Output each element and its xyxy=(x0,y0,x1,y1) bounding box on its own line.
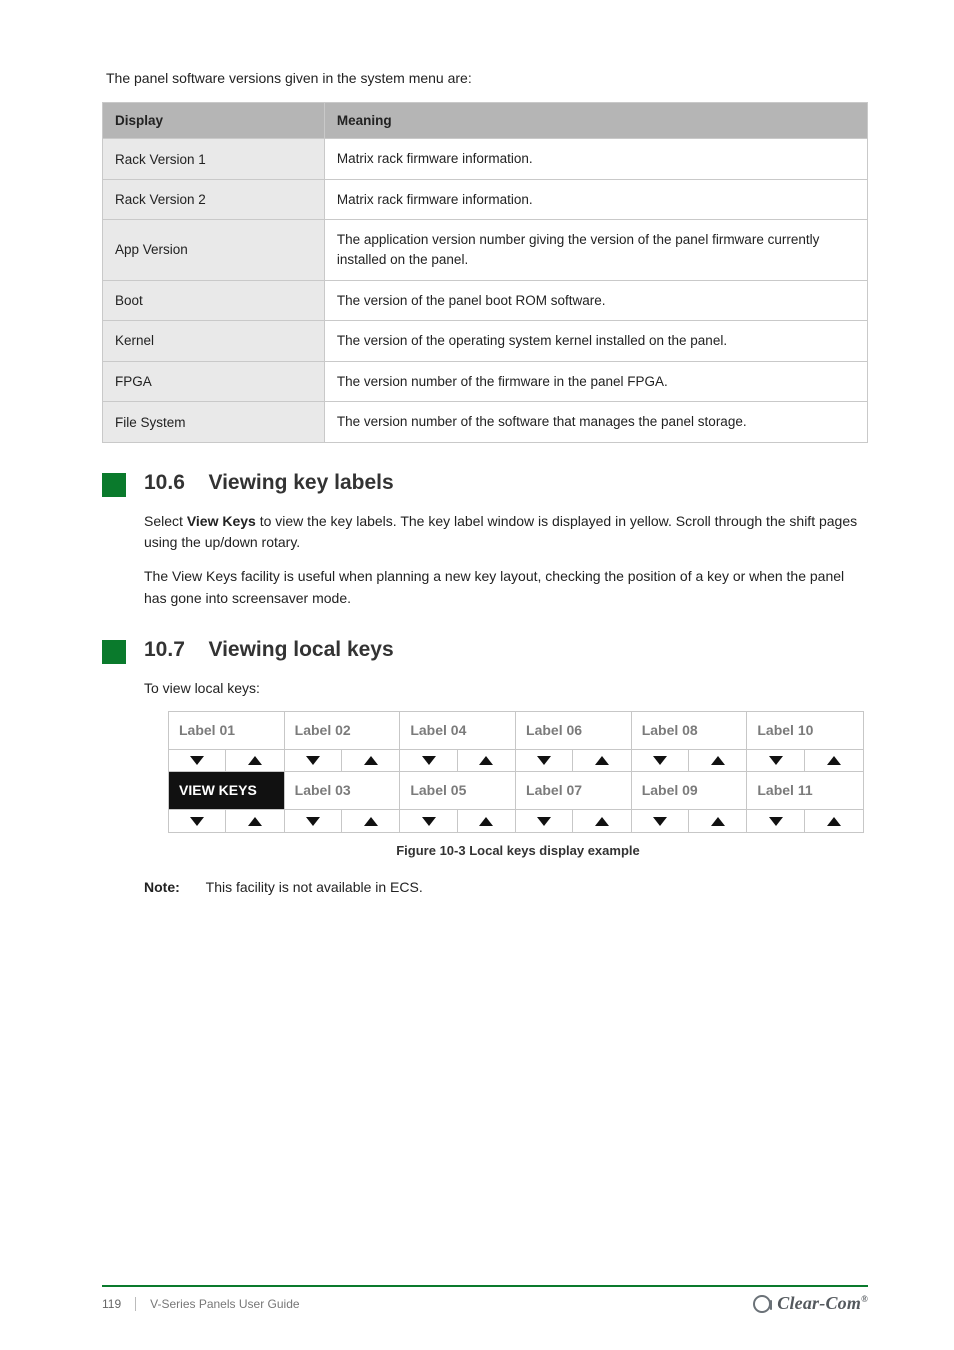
arrow-down-icon xyxy=(747,810,805,832)
section-number: 10.7 xyxy=(144,638,204,662)
cell: Boot xyxy=(103,280,325,321)
paragraph: The View Keys facility is useful when pl… xyxy=(144,566,868,609)
arrow-down-icon xyxy=(400,750,457,771)
footer-rule xyxy=(102,1285,868,1287)
table-header: Display xyxy=(103,103,325,139)
view-keys-label: VIEW KEYS xyxy=(169,772,284,810)
section-viewing-key-labels: 10.6 Viewing key labels Select View Keys… xyxy=(102,471,868,610)
table-row: File SystemThe version number of the sof… xyxy=(103,402,868,443)
table-row: App VersionThe application version numbe… xyxy=(103,220,868,280)
cell: The application version number giving th… xyxy=(324,220,867,280)
cell: The version of the panel boot ROM softwa… xyxy=(324,280,867,321)
arrow-up-icon xyxy=(805,750,863,771)
cell: The version number of the firmware in th… xyxy=(324,361,867,402)
page-number: 119 xyxy=(102,1297,121,1311)
lead-text: The panel software versions given in the… xyxy=(102,68,868,88)
key-label: Label 07 xyxy=(516,772,631,810)
doc-title: V-Series Panels User Guide xyxy=(150,1297,299,1311)
arrow-down-icon xyxy=(285,810,342,832)
text-bold: View Keys xyxy=(187,513,256,529)
key-label: Label 04 xyxy=(400,712,515,750)
cell: The version of the operating system kern… xyxy=(324,321,867,362)
arrow-up-icon xyxy=(458,750,515,771)
arrow-up-icon xyxy=(573,810,630,832)
note-text: This facility is not available in ECS. xyxy=(206,879,423,895)
arrow-up-icon xyxy=(226,750,283,771)
note: Note: This facility is not available in … xyxy=(144,877,868,899)
arrow-down-icon xyxy=(632,810,689,832)
brand-text: Clear-Com xyxy=(777,1293,861,1313)
arrow-down-icon xyxy=(169,750,226,771)
page-footer: 119 V-Series Panels User Guide Clear-Com… xyxy=(102,1285,868,1314)
arrow-down-icon xyxy=(169,810,226,832)
key-label: Label 06 xyxy=(516,712,631,750)
key-label: Label 11 xyxy=(747,772,863,810)
key-label: Label 02 xyxy=(285,712,400,750)
table-row: Rack Version 1Matrix rack firmware infor… xyxy=(103,139,868,180)
key-label: Label 03 xyxy=(285,772,400,810)
arrow-up-icon xyxy=(226,810,283,832)
arrow-down-icon xyxy=(285,750,342,771)
key-label: Label 01 xyxy=(169,712,284,750)
cell: FPGA xyxy=(103,361,325,402)
separator-icon xyxy=(135,1297,136,1311)
key-label: Label 10 xyxy=(747,712,863,750)
paragraph: Select View Keys to view the key labels.… xyxy=(144,511,868,554)
section-number: 10.6 xyxy=(144,471,204,495)
arrow-down-icon xyxy=(632,750,689,771)
arrow-up-icon xyxy=(458,810,515,832)
versions-table: Display Meaning Rack Version 1Matrix rac… xyxy=(102,102,868,443)
figure-caption: Figure 10-3 Local keys display example xyxy=(168,841,868,861)
local-keys-figure: Label 01 VIEW KEYS Label 02 Label 03 Lab… xyxy=(168,711,864,833)
logo-ring-icon xyxy=(753,1295,771,1313)
cell: Matrix rack firmware information. xyxy=(324,179,867,220)
key-label: Label 08 xyxy=(632,712,747,750)
arrow-down-icon xyxy=(516,810,573,832)
arrow-down-icon xyxy=(747,750,805,771)
arrow-up-icon xyxy=(689,810,746,832)
cell: Rack Version 1 xyxy=(103,139,325,180)
cell: File System xyxy=(103,402,325,443)
section-title: Viewing local keys xyxy=(208,638,393,661)
section-viewing-local-keys: 10.7 Viewing local keys To view local ke… xyxy=(102,638,868,900)
table-row: Rack Version 2Matrix rack firmware infor… xyxy=(103,179,868,220)
arrow-up-icon xyxy=(573,750,630,771)
table-row: FPGAThe version number of the firmware i… xyxy=(103,361,868,402)
cell: Matrix rack firmware information. xyxy=(324,139,867,180)
arrow-up-icon xyxy=(689,750,746,771)
key-label: Label 09 xyxy=(632,772,747,810)
section-title: Viewing key labels xyxy=(208,471,393,494)
cell: The version number of the software that … xyxy=(324,402,867,443)
arrow-up-icon xyxy=(805,810,863,832)
cell: Kernel xyxy=(103,321,325,362)
cell: Rack Version 2 xyxy=(103,179,325,220)
key-label: Label 05 xyxy=(400,772,515,810)
arrow-up-icon xyxy=(342,750,399,771)
arrow-up-icon xyxy=(342,810,399,832)
table-header: Meaning xyxy=(324,103,867,139)
arrow-down-icon xyxy=(516,750,573,771)
text: Select xyxy=(144,513,187,529)
section-marker-icon xyxy=(102,473,126,497)
section-marker-icon xyxy=(102,640,126,664)
arrow-down-icon xyxy=(400,810,457,832)
table-row: BootThe version of the panel boot ROM so… xyxy=(103,280,868,321)
table-row: KernelThe version of the operating syste… xyxy=(103,321,868,362)
paragraph: To view local keys: xyxy=(144,678,868,700)
note-label: Note: xyxy=(144,877,202,899)
brand-logo: Clear-Com® xyxy=(753,1293,868,1314)
cell: App Version xyxy=(103,220,325,280)
